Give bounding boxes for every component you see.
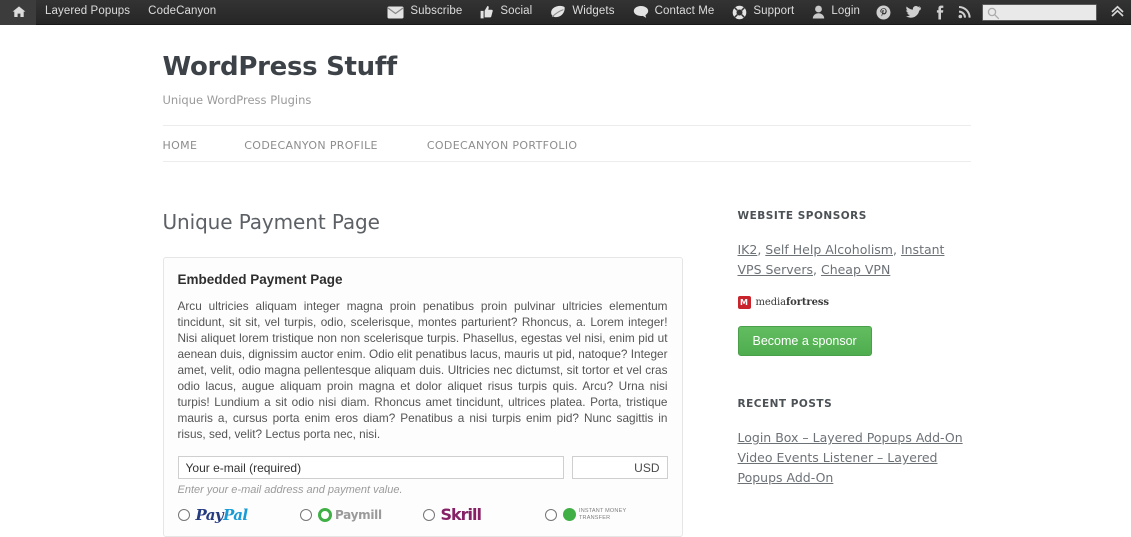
panel-title: Embedded Payment Page (178, 272, 668, 287)
topbar-item-label: Subscribe (410, 6, 462, 18)
main-column: Unique Payment Page Embedded Payment Pag… (163, 210, 683, 537)
content-wrapper: WordPress Stuff Unique WordPress Plugins… (161, 25, 971, 537)
currency-label: USD (631, 461, 659, 475)
widget-website-sponsors: WEBSITE SPONSORS IK2, Self Help Alcoholi… (738, 210, 971, 356)
topbar-item-label: Support (753, 6, 794, 18)
thumbs-up-icon (480, 5, 494, 19)
nav-item-codecanyon-portfolio[interactable]: CODECANYON PORTFOLIO (427, 133, 578, 158)
primary-navigation: HOME CODECANYON PROFILE CODECANYON PORTF… (163, 125, 971, 161)
mediafortress-logo[interactable]: M mediafortress (738, 296, 971, 309)
shield-icon: M (738, 296, 751, 309)
topbar-item-support[interactable]: Support (723, 0, 803, 25)
nav-item-home[interactable]: HOME (163, 133, 198, 158)
mediafortress-wordmark: mediafortress (756, 297, 829, 308)
instant-money-transfer-radio[interactable] (545, 509, 557, 521)
mediafortress-bold: fortress (786, 297, 829, 308)
user-icon (812, 5, 825, 19)
payment-field-row: USD (178, 456, 668, 479)
page-title: Unique Payment Page (163, 210, 683, 234)
leaf-icon (550, 5, 566, 19)
sponsor-link-self-help-alcoholism[interactable]: Self Help Alcoholism (765, 242, 893, 257)
widget-recent-posts: RECENT POSTS Login Box – Layered Popups … (738, 398, 971, 488)
sponsor-link-cheap-vpn[interactable]: Cheap VPN (821, 262, 890, 277)
paymill-logo-icon: Paymill (318, 508, 382, 522)
twitter-icon (905, 5, 921, 19)
topbar-item-subscribe[interactable]: Subscribe (378, 0, 471, 25)
mediafortress-light: media (756, 297, 786, 308)
page-body: WordPress Stuff Unique WordPress Plugins… (0, 25, 1131, 537)
topbar-item-codecanyon[interactable]: CodeCanyon (139, 0, 225, 25)
sponsor-link-ik2[interactable]: IK2 (738, 242, 758, 257)
topbar-item-login[interactable]: Login (803, 0, 869, 25)
speech-bubble-icon (633, 5, 649, 19)
payment-methods: PayPal Paymill Skrill (178, 505, 668, 524)
panel-body-text: Arcu ultricies aliquam integer magna pro… (178, 298, 668, 442)
recent-post-link-video-events-listener[interactable]: Video Events Listener – Layered Popups A… (738, 450, 938, 485)
paymill-radio[interactable] (300, 509, 312, 521)
widget-title-sponsors: WEBSITE SPONSORS (738, 210, 971, 222)
embedded-payment-panel: Embedded Payment Page Arcu ultricies ali… (163, 257, 683, 537)
sponsor-links: IK2, Self Help Alcoholism, Instant VPS S… (738, 240, 971, 280)
search-icon (987, 7, 1000, 23)
email-input[interactable] (178, 456, 564, 479)
admin-top-bar: Layered Popups CodeCanyon Subscribe Soci… (0, 0, 1131, 25)
topbar-item-social[interactable]: Social (471, 0, 541, 25)
recent-posts-list: Login Box – Layered Popups Add-On Video … (738, 428, 971, 488)
topbar-item-label: Social (500, 6, 532, 18)
paypal-logo-icon: PayPal (196, 506, 248, 524)
paypal-radio[interactable] (178, 509, 190, 521)
double-chevron-up-icon (1110, 4, 1125, 21)
rss-icon (958, 5, 972, 19)
payment-field-hint: Enter your e-mail address and payment va… (178, 484, 668, 496)
envelope-icon (387, 6, 404, 19)
site-title[interactable]: WordPress Stuff (163, 52, 971, 83)
imt-wordmark: Instant money transfer (579, 508, 653, 522)
skrill-radio[interactable] (423, 509, 435, 521)
become-a-sponsor-button[interactable]: Become a sponsor (738, 326, 872, 356)
nav-divider (163, 161, 971, 162)
collapse-bar-button[interactable] (1103, 0, 1131, 25)
shield-glyph: M (740, 299, 748, 307)
topbar-item-label: Widgets (572, 6, 614, 18)
skrill-logo-icon: Skrill (441, 505, 482, 524)
topbar-item-widgets[interactable]: Widgets (541, 0, 623, 25)
site-description: Unique WordPress Plugins (163, 93, 971, 107)
home-icon (12, 5, 26, 19)
pinterest-link[interactable] (869, 0, 898, 25)
topbar-item-label: Layered Popups (45, 6, 130, 18)
site-header: WordPress Stuff Unique WordPress Plugins (163, 25, 971, 107)
topbar-item-label: Contact Me (655, 6, 715, 18)
facebook-icon (935, 5, 944, 20)
facebook-link[interactable] (928, 0, 951, 25)
topbar-item-label: Login (831, 6, 860, 18)
topbar-item-layered-popups[interactable]: Layered Popups (36, 0, 139, 25)
topbar-item-contact-me[interactable]: Contact Me (624, 0, 724, 25)
amount-input[interactable] (579, 460, 631, 476)
paymill-ring-icon (318, 508, 332, 522)
home-button[interactable] (0, 0, 36, 25)
rss-link[interactable] (951, 0, 979, 25)
search-box[interactable] (982, 4, 1097, 21)
pinterest-icon (876, 5, 891, 20)
recent-post-link-login-box[interactable]: Login Box – Layered Popups Add-On (738, 430, 963, 445)
instant-money-transfer-logo-icon: Instant money transfer (563, 508, 653, 522)
imt-dot-icon (563, 508, 576, 521)
list-item: Video Events Listener – Layered Popups A… (738, 448, 971, 488)
payment-method-paymill[interactable]: Paymill (300, 508, 423, 522)
content-row: Unique Payment Page Embedded Payment Pag… (163, 210, 971, 537)
twitter-link[interactable] (898, 0, 928, 25)
list-item: Login Box – Layered Popups Add-On (738, 428, 971, 448)
topbar-item-label: CodeCanyon (148, 6, 216, 18)
nav-item-codecanyon-profile[interactable]: CODECANYON PROFILE (244, 133, 378, 158)
widget-title-recent-posts: RECENT POSTS (738, 398, 971, 410)
lifebuoy-icon (732, 5, 747, 20)
payment-method-paypal[interactable]: PayPal (178, 506, 301, 524)
sidebar: WEBSITE SPONSORS IK2, Self Help Alcoholi… (738, 210, 971, 537)
paymill-wordmark: Paymill (335, 508, 382, 522)
amount-field[interactable]: USD (572, 456, 668, 479)
payment-method-skrill[interactable]: Skrill (423, 505, 546, 524)
payment-method-instant-money-transfer[interactable]: Instant money transfer (545, 508, 668, 522)
